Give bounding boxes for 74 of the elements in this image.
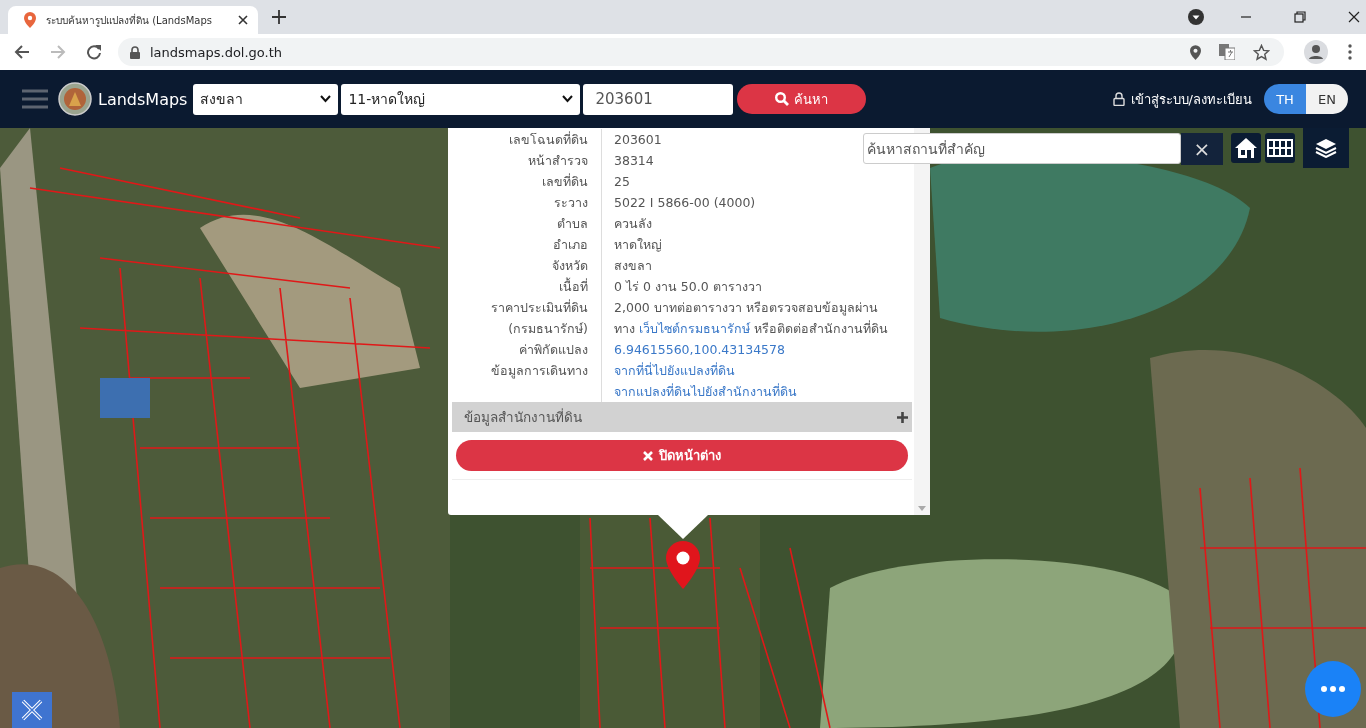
popup-link[interactable]: จากที่นี่ไปยังแปลงที่ดิน — [614, 360, 797, 381]
field-value: ทาง เว็บไซต์กรมธนารักษ์ หรือติดต่อสำนักงานที่ดิน — [614, 319, 888, 338]
field-value: ควนลัง — [614, 215, 652, 233]
measure-tool-button[interactable] — [12, 692, 52, 728]
map-pin-icon — [666, 541, 700, 589]
star-icon[interactable] — [1253, 43, 1270, 61]
lock-icon — [130, 45, 140, 59]
dropdown-icon[interactable] — [1188, 9, 1204, 25]
home-icon — [1235, 137, 1257, 159]
logo-icon — [58, 82, 92, 116]
lock-icon — [1112, 92, 1125, 106]
field-value: 203601 — [614, 131, 662, 149]
popup-link[interactable]: จากแปลงที่ดินไปยังสำนักงานที่ดิน — [614, 381, 797, 402]
map-pin-icon — [24, 12, 36, 28]
menu-icon[interactable] — [22, 89, 48, 109]
reload-icon[interactable] — [86, 44, 102, 60]
layers-button[interactable] — [1303, 128, 1349, 168]
grid-button[interactable] — [1265, 133, 1295, 163]
popup-link[interactable]: 6.94615560,100.43134578 — [614, 339, 785, 360]
login-link[interactable]: เข้าสู่ระบบ/ลงทะเบียน — [1112, 88, 1252, 110]
new-tab-icon[interactable] — [272, 10, 286, 24]
close-button[interactable]: ปิดหน้าต่าง — [456, 440, 908, 471]
close-icon — [643, 450, 653, 461]
field-label: หน้าสำรวจ — [452, 150, 602, 171]
field-value: 5022 I 5866-00 (4000) — [614, 194, 756, 212]
menu-icon[interactable] — [1348, 44, 1352, 60]
field-value: 25 — [614, 173, 630, 191]
place-search-field[interactable]: ค้นหาสถานที่สำคัญ — [863, 133, 1181, 164]
field-label: อำเภอ — [452, 234, 602, 255]
field-value: 38314 — [614, 152, 654, 170]
layers-icon — [1315, 138, 1337, 158]
section-title: ข้อมูลสำนักงานที่ดิน — [464, 407, 582, 428]
forward-icon — [50, 44, 66, 60]
chevron-icon — [320, 95, 332, 103]
province-select[interactable]: สงขลา — [193, 83, 339, 115]
field-label: จังหวัด — [452, 255, 602, 276]
website-link[interactable]: เว็บไซต์กรมธนารักษ์ — [639, 321, 750, 336]
brand-name: LandsMaps — [98, 89, 188, 109]
back-icon[interactable] — [14, 44, 30, 60]
field-value: 2,000 บาทต่อตารางวา หรือตรวจสอบข้อมูลผ่าน — [614, 299, 879, 318]
location-icon[interactable] — [1190, 44, 1201, 60]
translate-icon[interactable] — [1219, 44, 1235, 60]
browser-tab[interactable]: ระบบค้นหารูปแปลงที่ดิน (LandsMaps — [8, 6, 258, 34]
field-value: 0 ไร่ 0 งาน 50.0 ตารางวา — [614, 278, 762, 296]
more-icon — [1321, 686, 1345, 692]
search-button[interactable]: ค้นหา — [737, 84, 867, 114]
field-label: เลขโฉนดที่ดิน — [452, 129, 602, 150]
home-button[interactable] — [1231, 133, 1261, 163]
language-toggle[interactable]: EN — [1306, 84, 1348, 114]
field-label: เลขที่ดิน — [452, 171, 602, 192]
field-value: สงขลา — [614, 257, 652, 275]
close-icon[interactable] — [1348, 11, 1360, 23]
field-value: หาดใหญ่ — [614, 236, 662, 254]
field-label: เนื้อที่ — [452, 276, 602, 297]
plus-icon — [897, 411, 908, 423]
language-toggle[interactable]: TH — [1264, 84, 1306, 114]
field-label: ตำบล — [452, 213, 602, 234]
field-label: ค่าพิกัดแปลง — [452, 339, 602, 360]
close-icon[interactable] — [238, 15, 248, 25]
search-icon — [775, 92, 790, 106]
pencil-ruler-icon — [20, 698, 44, 722]
url-text: landsmaps.dol.go.th — [150, 44, 283, 60]
profile-avatar[interactable] — [1304, 40, 1328, 64]
district-select[interactable]: 11-หาดใหญ่ — [341, 83, 581, 115]
parcel-number-field[interactable]: 203601 — [583, 83, 734, 115]
section-header[interactable]: ข้อมูลสำนักงานที่ดิน — [452, 402, 912, 432]
clear-button[interactable]: × — [1181, 133, 1223, 165]
tab-title: ระบบค้นหารูปแปลงที่ดิน (LandsMaps — [46, 12, 213, 28]
field-label: ราคาประเมินที่ดิน (กรมธนารักษ์) — [452, 297, 602, 339]
restore-icon[interactable] — [1294, 11, 1306, 23]
chevron-icon — [562, 95, 574, 103]
grid-icon — [1267, 139, 1293, 157]
field-label: ระวาง — [452, 192, 602, 213]
address-field[interactable]: landsmaps.dol.go.th — [118, 38, 1284, 66]
